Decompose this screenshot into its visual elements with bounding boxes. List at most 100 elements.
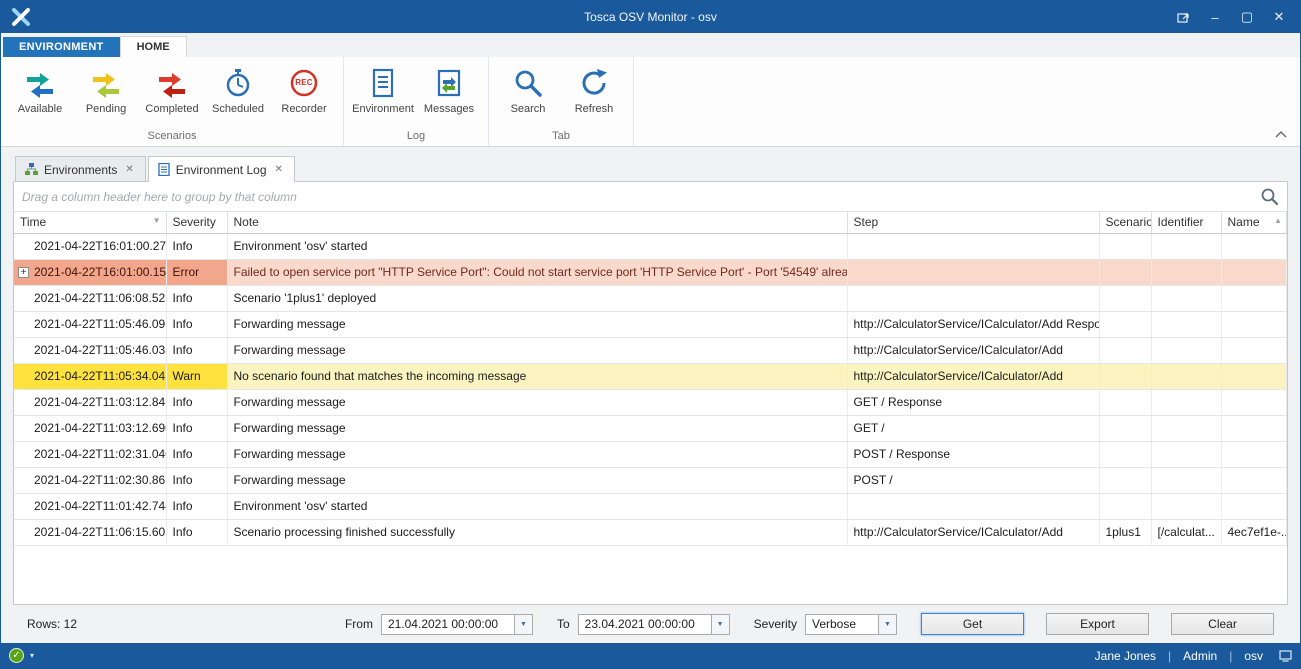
group-label-scenarios: Scenarios [11, 129, 333, 146]
cell-step: http://CalculatorService/ICalculator/Add [847, 363, 1099, 389]
minimize-button[interactable]: – [1200, 5, 1230, 29]
table-row[interactable]: 2021-04-22T11:05:46.038InfoForwarding me… [14, 337, 1287, 363]
table-row[interactable]: 2021-04-22T11:05:46.097InfoForwarding me… [14, 311, 1287, 337]
column-header-note[interactable]: Note [227, 212, 847, 233]
window-title: Tosca OSV Monitor - osv [1, 10, 1300, 24]
from-date-value[interactable]: 21.04.2021 00:00:00 [382, 615, 514, 634]
cell-time: 2021-04-22T11:03:12.690 [14, 415, 166, 441]
cell-time: 2021-04-22T11:02:30.861 [14, 467, 166, 493]
tab-home[interactable]: HOME [120, 36, 187, 57]
column-header-name[interactable]: Name▲ [1221, 212, 1287, 233]
refresh-label: Refresh [575, 103, 614, 115]
cell-scenario [1099, 285, 1151, 311]
column-header-identifier[interactable]: Identifier [1151, 212, 1221, 233]
scheduled-label: Scheduled [212, 103, 264, 115]
cell-scenario [1099, 441, 1151, 467]
column-header-severity[interactable]: Severity [166, 212, 227, 233]
status-role: Admin [1183, 649, 1217, 663]
table-row[interactable]: 2021-04-22T11:02:30.861InfoForwarding me… [14, 467, 1287, 493]
table-row[interactable]: 2021-04-22T11:05:34.043WarnNo scenario f… [14, 363, 1287, 389]
main-content: Environments ✕ Environment Log ✕ Drag a … [1, 147, 1300, 643]
collapse-ribbon-button[interactable] [1272, 126, 1290, 142]
search-button[interactable]: Search [499, 62, 557, 119]
table-row[interactable]: 2021-04-22T11:06:08.523InfoScenario '1pl… [14, 285, 1287, 311]
grid-search-icon[interactable] [1260, 187, 1279, 206]
cell-name [1221, 259, 1287, 285]
available-button[interactable]: Available [11, 62, 69, 119]
cell-identifier [1151, 389, 1221, 415]
cell-scenario [1099, 389, 1151, 415]
document-tab-strip: Environments ✕ Environment Log ✕ [13, 155, 1288, 181]
status-separator: | [1229, 649, 1232, 663]
cell-note: Forwarding message [227, 467, 847, 493]
recorder-label: Recorder [281, 103, 326, 115]
severity-value[interactable]: Verbose [806, 615, 878, 634]
cell-identifier [1151, 415, 1221, 441]
table-row[interactable]: 2021-04-22T16:01:00.279InfoEnvironment '… [14, 233, 1287, 259]
completed-button[interactable]: Completed [143, 62, 201, 119]
table-row[interactable]: 2021-04-22T11:03:12.848InfoForwarding me… [14, 389, 1287, 415]
tab-environment-log-close-icon[interactable]: ✕ [273, 163, 285, 176]
from-date-editor[interactable]: 21.04.2021 00:00:00 ▼ [381, 614, 533, 635]
record-icon: REC [288, 66, 320, 100]
column-header-scenario[interactable]: Scenario [1099, 212, 1151, 233]
to-date-dropdown-icon[interactable]: ▼ [711, 615, 729, 634]
severity-dropdown-icon[interactable]: ▼ [878, 615, 896, 634]
cell-name [1221, 467, 1287, 493]
tab-environment-log[interactable]: Environment Log ✕ [148, 156, 295, 182]
tab-environments[interactable]: Environments ✕ [15, 156, 146, 182]
group-by-panel[interactable]: Drag a column header here to group by th… [14, 182, 1287, 212]
status-caret-icon[interactable]: ▾ [30, 651, 34, 660]
document-sync-icon [433, 66, 465, 100]
cell-scenario [1099, 415, 1151, 441]
severity-select[interactable]: Verbose ▼ [805, 614, 897, 635]
export-button[interactable]: Export [1046, 613, 1149, 635]
get-button[interactable]: Get [921, 613, 1024, 635]
expand-row-button[interactable]: + [18, 267, 29, 278]
environment-log-button[interactable]: Environment [354, 62, 412, 119]
tab-environments-close-icon[interactable]: ✕ [123, 163, 135, 176]
stopwatch-icon [222, 66, 254, 100]
maximize-button[interactable]: ▢ [1232, 5, 1262, 29]
cell-identifier [1151, 493, 1221, 519]
to-date-editor[interactable]: 23.04.2021 00:00:00 ▼ [578, 614, 730, 635]
status-ok-icon[interactable]: ✓ [9, 648, 24, 663]
cell-scenario [1099, 233, 1151, 259]
pending-button[interactable]: Pending [77, 62, 135, 119]
recorder-button[interactable]: REC Recorder [275, 62, 333, 119]
cell-name [1221, 389, 1287, 415]
from-date-dropdown-icon[interactable]: ▼ [514, 615, 532, 634]
cell-name [1221, 415, 1287, 441]
popout-icon[interactable] [1168, 5, 1198, 29]
cell-identifier [1151, 311, 1221, 337]
table-row[interactable]: 2021-04-22T11:03:12.690InfoForwarding me… [14, 415, 1287, 441]
cell-scenario [1099, 363, 1151, 389]
cell-time: +2021-04-22T16:01:00.157 [14, 259, 166, 285]
tab-environment[interactable]: ENVIRONMENT [3, 37, 120, 57]
cell-step: GET / [847, 415, 1099, 441]
to-date-value[interactable]: 23.04.2021 00:00:00 [579, 615, 711, 634]
close-button[interactable]: ✕ [1264, 5, 1294, 29]
cell-name [1221, 337, 1287, 363]
scheduled-button[interactable]: Scheduled [209, 62, 267, 119]
cell-name [1221, 233, 1287, 259]
column-header-step[interactable]: Step [847, 212, 1099, 233]
group-label-tab: Tab [499, 129, 623, 146]
clear-button[interactable]: Clear [1171, 613, 1274, 635]
cell-scenario [1099, 337, 1151, 363]
messages-button[interactable]: Messages [420, 62, 478, 119]
table-row[interactable]: 2021-04-22T11:01:42.744InfoEnvironment '… [14, 493, 1287, 519]
pending-label: Pending [86, 103, 126, 115]
cell-severity: Info [166, 337, 227, 363]
cell-note: Forwarding message [227, 389, 847, 415]
cell-severity: Info [166, 233, 227, 259]
panel-toggle-icon[interactable] [1279, 649, 1292, 662]
cell-note: Forwarding message [227, 415, 847, 441]
cell-severity: Info [166, 415, 227, 441]
table-row[interactable]: 2021-04-22T11:02:31.040InfoForwarding me… [14, 441, 1287, 467]
table-row[interactable]: +2021-04-22T16:01:00.157ErrorFailed to o… [14, 259, 1287, 285]
column-header-time[interactable]: Time▼ [14, 212, 166, 233]
cell-identifier [1151, 285, 1221, 311]
refresh-button[interactable]: Refresh [565, 62, 623, 119]
table-row[interactable]: 2021-04-22T11:06:15.605InfoScenario proc… [14, 519, 1287, 545]
